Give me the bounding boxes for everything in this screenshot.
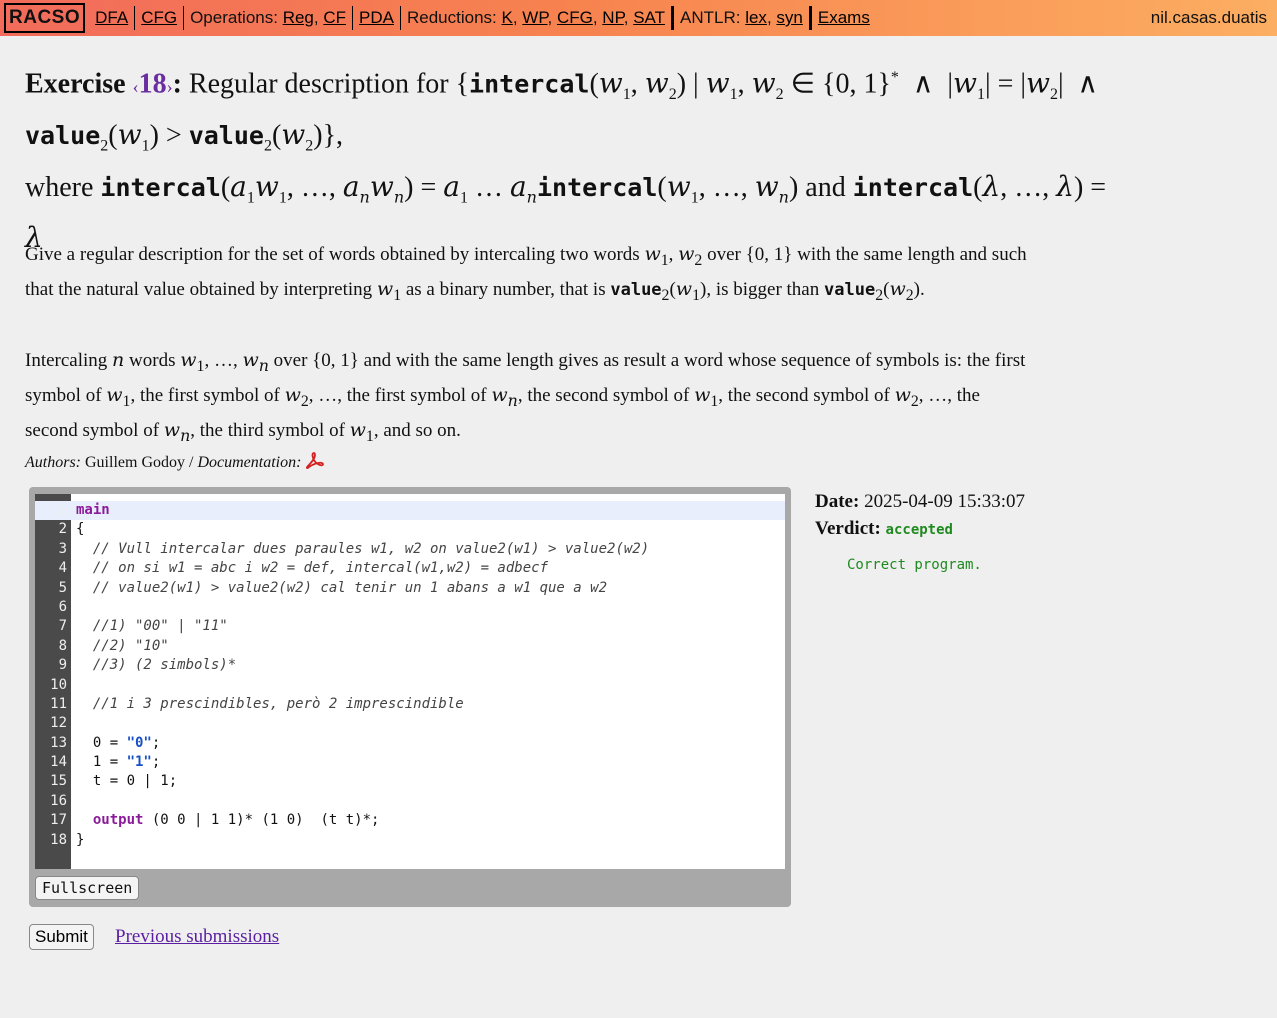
code-line[interactable]: 8 //2) "10" (35, 637, 785, 656)
documentation-label: Documentation: (197, 454, 302, 471)
code-line[interactable]: 14 1 = "1"; (35, 753, 785, 772)
top-nav: RACSO DFA CFG Operations: Reg, CF PDA Re… (0, 0, 1277, 36)
code-line[interactable]: 3 // Vull intercalar dues paraules w1, w… (35, 540, 785, 559)
code-editor[interactable]: 1 main 2{ 3 // Vull intercalar dues parau… (35, 494, 785, 869)
nav-antlr-lex[interactable]: lex (745, 8, 767, 27)
nav-red-sat[interactable]: SAT (633, 8, 665, 27)
nav-operations-label: Operations: (190, 8, 278, 27)
code-line[interactable]: 17 output (0 0 | 1 1)* (1 0) (t t)*; (35, 811, 785, 830)
code-line-14: 1 = "1"; (76, 754, 161, 771)
nav-antlr-label: ANTLR: (680, 8, 741, 27)
date-value: 2025-04-09 15:33:07 (864, 491, 1026, 512)
brand-logo[interactable]: RACSO (4, 3, 86, 33)
code-line-13: 0 = "0"; (76, 734, 161, 751)
nav-exams[interactable]: Exams (818, 8, 870, 27)
authors-names: Guillem Godoy (85, 454, 185, 471)
nav-red-wp[interactable]: WP (522, 8, 547, 27)
code-line[interactable]: 13 0 = "0"; (35, 734, 785, 753)
pdf-icon[interactable] (305, 452, 325, 475)
result-message: Correct program. (847, 557, 982, 573)
code-line[interactable]: 6 (35, 598, 785, 617)
code-line[interactable]: 15 t = 0 | 1; (35, 772, 785, 791)
nav-ops-cf[interactable]: CF (323, 8, 346, 27)
nav-cfg[interactable]: CFG (141, 8, 177, 27)
code-line[interactable]: 11 //1 i 3 prescindibles, però 2 impresc… (35, 695, 785, 714)
code-line[interactable]: 1 main (35, 501, 785, 521)
code-line[interactable]: 10 (35, 676, 785, 695)
code-line[interactable]: 9 //3) (2 simbols)* (35, 656, 785, 675)
verdict-value: accepted (885, 522, 953, 538)
code-line[interactable]: 7 //1) "00" | "11" (35, 617, 785, 636)
previous-submissions-link[interactable]: Previous submissions (115, 926, 279, 948)
code-editor-panel: 1 main 2{ 3 // Vull intercalar dues parau… (29, 487, 791, 907)
code-line[interactable]: 2{ (35, 520, 785, 539)
username[interactable]: nil.casas.duatis (1151, 8, 1267, 28)
code-line[interactable]: 18} (35, 831, 785, 850)
code-line[interactable]: 16 (35, 792, 785, 811)
nav-reductions-label: Reductions: (406, 8, 497, 27)
fullscreen-button[interactable]: Fullscreen (35, 876, 140, 900)
nav-red-np[interactable]: NP (602, 8, 623, 27)
exercise-number[interactable]: 18 (139, 68, 167, 99)
result-panel: Date: 2025-04-09 15:33:07 Verdict: accep… (815, 488, 1025, 544)
nav-antlr-syn[interactable]: syn (776, 8, 802, 27)
nav-ops-reg[interactable]: Reg (283, 8, 314, 27)
description-paragraph-1: Give a regular description for the set o… (25, 243, 1027, 304)
code-line-17: output (0 0 | 1 1)* (1 0) (t t)*; (92, 812, 380, 829)
nav-dfa[interactable]: DFA (95, 8, 128, 27)
exercise-title: Exercise ‹18›: Regular description for {… (25, 66, 1107, 255)
submit-button[interactable]: Submit (29, 924, 94, 950)
authors-line: Authors: Guillem Godoy / Documentation: (25, 452, 325, 475)
description-paragraph-2: Intercaling n words w1, …, wn over {0, 1… (25, 349, 1026, 445)
nav-red-k[interactable]: K (502, 8, 513, 27)
nav-pda[interactable]: PDA (359, 8, 394, 27)
verdict-label: Verdict: (815, 518, 881, 539)
authors-label: Authors: (25, 454, 81, 471)
date-label: Date: (815, 491, 860, 512)
nav-red-cfg[interactable]: CFG (557, 8, 593, 27)
code-line[interactable]: 12 (35, 714, 785, 733)
code-line[interactable]: 5 // value2(w1) > value2(w2) cal tenir u… (35, 579, 785, 598)
exercise-title-text: Regular description for (188, 68, 449, 100)
code-line[interactable]: 4 // on si w1 = abc i w2 = def, intercal… (35, 559, 785, 578)
exercise-label: Exercise (25, 68, 126, 100)
